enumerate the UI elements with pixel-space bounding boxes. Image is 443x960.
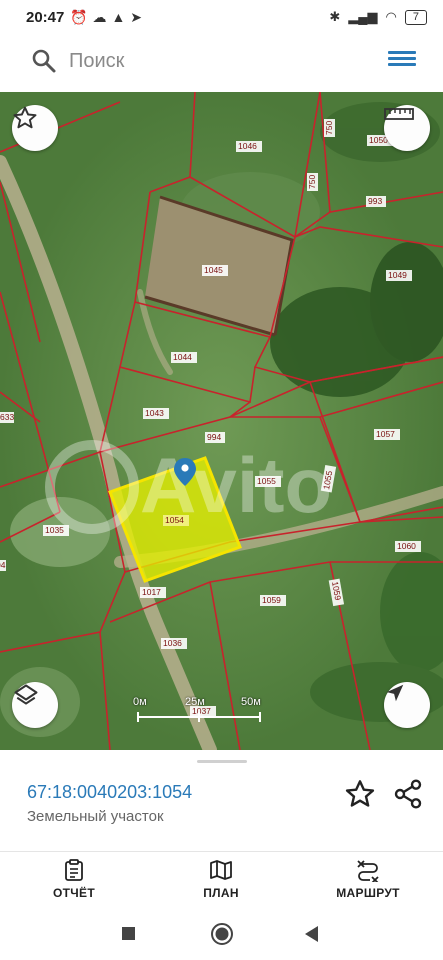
svg-text:1046: 1046 xyxy=(238,141,257,151)
svg-text:1055: 1055 xyxy=(257,476,276,486)
svg-text:1045: 1045 xyxy=(204,265,223,275)
tab-label: ПЛАН xyxy=(203,886,239,900)
svg-text:1035: 1035 xyxy=(45,525,64,535)
svg-text:750: 750 xyxy=(307,175,317,189)
scale-line xyxy=(137,712,261,722)
parcel-label: 04 xyxy=(0,560,6,571)
scale-bar: 0м 25м 50м xyxy=(133,696,273,726)
parcel-label: 1055 xyxy=(255,476,281,487)
tab-report[interactable]: ОТЧЁТ xyxy=(24,858,124,906)
bottom-tabs: ОТЧЁТ ПЛАН МАРШРУТ xyxy=(0,851,443,908)
svg-text:1036: 1036 xyxy=(163,638,182,648)
svg-text:04: 04 xyxy=(0,560,6,570)
bluetooth-icon: ✱ xyxy=(329,9,341,24)
star-outline-icon xyxy=(13,106,37,129)
status-time: 20:47 xyxy=(26,9,65,26)
svg-text:633: 633 xyxy=(0,412,14,422)
alarm-icon: ⏰ xyxy=(70,9,93,25)
home-icon[interactable] xyxy=(210,922,234,946)
signal-icon: ▂▄▆ xyxy=(348,9,378,24)
status-bar: 20:47 ⏰☁▲➤ ✱ ▂▄▆ ◠ 7 xyxy=(0,0,443,36)
ruler-icon xyxy=(384,108,414,120)
tab-label: ОТЧЁТ xyxy=(53,886,95,900)
parcel-label: 993 xyxy=(366,196,386,207)
parcel-label: 633 xyxy=(0,412,14,423)
layers-button[interactable] xyxy=(12,682,58,728)
map-plan-icon xyxy=(210,860,232,880)
svg-text:993: 993 xyxy=(368,196,382,206)
system-navigation-bar xyxy=(0,908,443,960)
back-icon[interactable] xyxy=(304,925,320,943)
parcel-label: 1059 xyxy=(260,595,286,606)
star-icon[interactable] xyxy=(344,778,376,810)
scale-label: 0м xyxy=(133,696,147,708)
parcel-label: 994 xyxy=(205,432,225,443)
recents-icon[interactable] xyxy=(121,926,137,942)
parcel-label: 750 xyxy=(324,119,335,137)
parcel-label: 1043 xyxy=(143,408,169,419)
share-icon[interactable] xyxy=(392,778,424,810)
tab-plan[interactable]: ПЛАН xyxy=(171,858,271,906)
search-icon xyxy=(32,49,56,73)
notification-icons: ⏰☁▲➤ xyxy=(70,9,147,26)
parcel-label: 1049 xyxy=(386,270,412,281)
route-icon xyxy=(357,860,379,882)
svg-text:1049: 1049 xyxy=(388,270,407,280)
drag-handle[interactable] xyxy=(197,760,247,763)
svg-text:1060: 1060 xyxy=(397,541,416,551)
svg-text:994: 994 xyxy=(207,432,221,442)
search-bar xyxy=(7,36,436,86)
parcel-label: 750 xyxy=(307,173,318,191)
parcel-label: 1017 xyxy=(140,587,166,598)
parcel-label: 1045 xyxy=(202,265,228,276)
parcel-label: 1057 xyxy=(374,429,400,440)
cadastral-number[interactable]: 67:18:0040203:1054 xyxy=(27,782,192,803)
satellite-map: Avito 1046 750 750 1050 993 1045 1049 10… xyxy=(0,92,443,750)
layers-icon xyxy=(14,684,38,705)
search-input[interactable] xyxy=(69,46,369,76)
parcel-info-panel: 67:18:0040203:1054 Земельный участок xyxy=(0,750,443,850)
svg-text:750: 750 xyxy=(324,121,334,135)
parcel-label: 1035 xyxy=(43,525,69,536)
menu-button[interactable] xyxy=(388,48,416,74)
parcel-label: 1044 xyxy=(171,352,197,363)
svg-text:1044: 1044 xyxy=(173,352,192,362)
navigation-arrow-icon xyxy=(386,684,404,702)
wifi-icon: ◠ xyxy=(385,9,397,24)
svg-text:1059: 1059 xyxy=(262,595,281,605)
svg-text:1057: 1057 xyxy=(376,429,395,439)
warning-icon: ▲ xyxy=(111,9,131,25)
cloud-icon: ☁ xyxy=(92,9,112,25)
svg-text:1054: 1054 xyxy=(165,515,184,525)
parcel-label: 1036 xyxy=(161,638,187,649)
favorite-map-button[interactable] xyxy=(12,105,58,151)
report-icon xyxy=(65,859,83,881)
menu-icon-line xyxy=(388,51,416,54)
map-view[interactable]: Avito 1046 750 750 1050 993 1045 1049 10… xyxy=(0,92,443,750)
menu-icon-line xyxy=(388,63,416,66)
scale-label: 25м xyxy=(185,696,205,708)
menu-icon-line xyxy=(388,57,416,60)
ruler-button[interactable] xyxy=(384,105,430,151)
my-location-button[interactable] xyxy=(384,682,430,728)
parcel-label: 1046 xyxy=(236,141,262,152)
parcel-type: Земельный участок xyxy=(27,808,164,825)
parcel-label: 1060 xyxy=(395,541,421,552)
scale-label: 50м xyxy=(241,696,261,708)
parcel-label: 1054 xyxy=(163,515,189,526)
svg-text:1043: 1043 xyxy=(145,408,164,418)
battery-icon: 7 xyxy=(404,9,427,25)
telegram-icon: ➤ xyxy=(130,9,148,25)
tab-route[interactable]: МАРШРУТ xyxy=(318,858,418,906)
svg-text:1017: 1017 xyxy=(142,587,161,597)
system-icons: ✱ ▂▄▆ ◠ 7 xyxy=(329,9,427,25)
tab-label: МАРШРУТ xyxy=(336,886,400,900)
